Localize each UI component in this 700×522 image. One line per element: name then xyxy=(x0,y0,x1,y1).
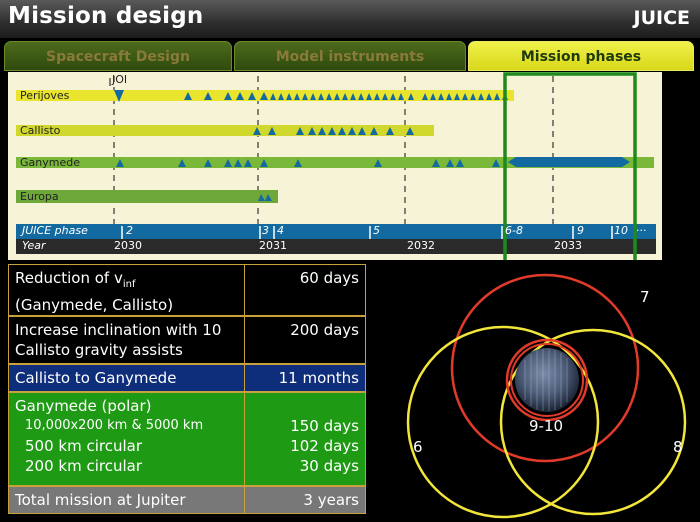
phase-tick-10: 10 xyxy=(614,224,628,237)
orbit-label-9-10: 9-10 xyxy=(529,417,564,435)
table-row: Callisto to Ganymede 11 months xyxy=(8,364,366,392)
header-bar: Mission design JUICE xyxy=(0,0,700,38)
joi-label: JOI xyxy=(112,73,128,86)
orbit-label-7: 7 xyxy=(640,288,650,306)
ganymede-planet xyxy=(515,348,579,412)
tab-mission-phases[interactable]: Mission phases xyxy=(468,41,694,71)
brand-label: JUICE xyxy=(633,7,691,29)
row-value: 150 days 102 days 30 days xyxy=(245,393,365,485)
row-value: 200 days xyxy=(290,321,359,339)
phase-label: JUICE phase xyxy=(22,224,88,237)
timeline-graphic xyxy=(16,72,656,260)
table-row: Total mission at Jupiter 3 years xyxy=(8,486,366,514)
row-sub-item: 200 km circular xyxy=(25,457,142,475)
orbit-label-8: 8 xyxy=(673,438,683,456)
orbit-diagram: 7 6 8 9-10 xyxy=(395,270,700,522)
row-label-line2: Callisto gravity assists xyxy=(15,341,183,359)
table-row: Ganymede (polar) 10,000x200 km & 5000 km… xyxy=(8,392,366,486)
row-value: 11 months xyxy=(278,369,359,387)
row-label: Reduction of vinf (Ganymede, Callisto) xyxy=(9,265,245,315)
year-2033: 2033 xyxy=(554,239,582,252)
row-label-line1: Increase inclination with 10 xyxy=(15,321,222,339)
phase-tick-9: 9 xyxy=(577,224,584,237)
tab-bar: Spacecraft Design Model instruments Miss… xyxy=(0,38,700,72)
year-2032: 2032 xyxy=(407,239,435,252)
year-2030: 2030 xyxy=(114,239,142,252)
row-sub-item: 500 km circular xyxy=(25,437,142,455)
phase-tick-5: 5 xyxy=(373,224,380,237)
mission-timeline: JOI Perijoves Callisto Ganymede Europa J… xyxy=(8,72,662,260)
track-label-callisto: Callisto xyxy=(20,124,61,137)
tab-spacecraft-design[interactable]: Spacecraft Design xyxy=(4,41,232,71)
row-sub-value: 30 days xyxy=(299,457,359,475)
row-label-title: Ganymede (polar) xyxy=(15,397,152,415)
phase-tick-more: ··· xyxy=(636,224,647,237)
phase-tick-3: 3 xyxy=(262,224,269,237)
page-title: Mission design xyxy=(8,3,204,29)
year-2031: 2031 xyxy=(259,239,287,252)
ganymede-orbit-arrow xyxy=(508,157,630,167)
phase-tick-2: 2 xyxy=(126,224,133,237)
row-label: Increase inclination with 10 Callisto gr… xyxy=(9,317,245,363)
table-row: Reduction of vinf (Ganymede, Callisto) 6… xyxy=(8,264,366,316)
orbit-6 xyxy=(406,325,600,519)
row-label-subscript: inf xyxy=(122,279,136,290)
row-sub-value: 102 days xyxy=(290,437,359,455)
row-value: 60 days xyxy=(299,269,359,287)
row-label-line1: Reduction of v xyxy=(15,269,123,287)
orbit-label-6: 6 xyxy=(413,438,423,456)
row-sub-item: 10,000x200 km & 5000 km xyxy=(25,418,204,433)
track-label-europa: Europa xyxy=(20,190,59,203)
year-label: Year xyxy=(22,239,46,252)
row-label-line2: (Ganymede, Callisto) xyxy=(15,296,174,314)
mission-phases-table: Reduction of vinf (Ganymede, Callisto) 6… xyxy=(8,264,366,514)
phase-bar xyxy=(16,224,656,239)
row-value: 3 years xyxy=(303,491,359,509)
track-label-perijoves: Perijoves xyxy=(20,89,70,102)
phase-tick-4: 4 xyxy=(277,224,284,237)
track-label-ganymede: Ganymede xyxy=(20,156,80,169)
row-label: Callisto to Ganymede xyxy=(9,365,245,391)
table-row: Increase inclination with 10 Callisto gr… xyxy=(8,316,366,364)
row-label: Total mission at Jupiter xyxy=(9,487,245,513)
phase-tick-6-8: 6-8 xyxy=(505,224,523,237)
tab-model-instruments[interactable]: Model instruments xyxy=(234,41,466,71)
row-label: Ganymede (polar) 10,000x200 km & 5000 km… xyxy=(9,393,245,485)
orbit-diagram-graphic xyxy=(406,273,687,519)
row-sub-value: 150 days xyxy=(290,417,359,435)
